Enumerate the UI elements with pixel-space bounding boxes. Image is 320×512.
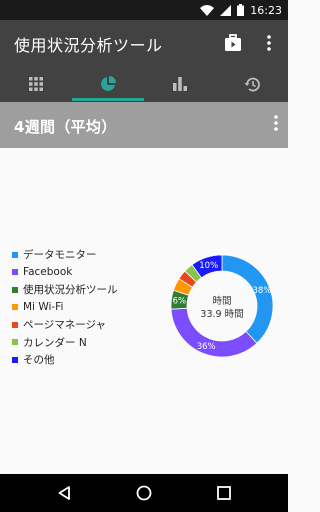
legend-label: Facebook <box>23 266 73 279</box>
legend-item: Mi Wi-Fi <box>12 299 118 317</box>
slice-label: 38% <box>253 286 272 296</box>
battery-icon <box>237 4 245 16</box>
legend-label: 使用状況分析ツール <box>23 284 118 297</box>
legend-swatch <box>12 356 18 363</box>
legend-swatch <box>12 339 18 346</box>
legend-label: Mi Wi-Fi <box>23 301 64 314</box>
wifi-icon <box>200 4 215 16</box>
section-menu-button[interactable] <box>274 115 278 135</box>
legend-item: その他 <box>12 351 118 369</box>
chart-legend: データモニター Facebook 使用状況分析ツール Mi Wi-Fi ページマネージャ… <box>12 246 118 369</box>
tab-bar-chart[interactable] <box>144 66 216 102</box>
tab-pie-chart[interactable] <box>72 66 144 102</box>
slice-label: 10% <box>199 261 218 271</box>
slice-label: 6% <box>173 297 187 307</box>
home-button[interactable] <box>134 483 154 503</box>
app-bar: 使用状況分析ツール <box>0 20 288 66</box>
signal-icon <box>220 4 232 16</box>
bar-chart-icon <box>173 77 187 91</box>
section-title: 4週間（平均） <box>14 118 117 136</box>
app-title: 使用状況分析ツール <box>14 36 163 55</box>
pie-chart-icon <box>101 76 116 91</box>
legend-swatch <box>12 251 18 258</box>
legend-label: カレンダー N <box>23 336 87 349</box>
legend-label: その他 <box>23 354 55 367</box>
legend-label: データモニター <box>23 249 97 262</box>
navigation-bar <box>0 474 288 512</box>
recents-icon <box>217 486 231 500</box>
tab-selected-indicator <box>72 98 144 101</box>
grid-icon <box>29 77 43 91</box>
work-button[interactable] <box>222 32 244 54</box>
legend-item: ページマネージャ <box>12 316 118 334</box>
back-button[interactable] <box>54 483 74 503</box>
back-icon <box>58 486 70 500</box>
status-bar: 16:23 <box>0 0 288 20</box>
legend-swatch <box>12 321 18 328</box>
legend-item: カレンダー N <box>12 334 118 352</box>
clock: 16:23 <box>250 3 282 17</box>
overflow-menu-button[interactable] <box>258 32 280 54</box>
section-header: 4週間（平均） <box>0 102 288 148</box>
tab-bar <box>0 66 288 102</box>
history-icon <box>244 77 260 91</box>
legend-item: 使用状況分析ツール <box>12 281 118 299</box>
center-label-total: 33.9 時間 <box>200 309 243 320</box>
tab-apps[interactable] <box>0 66 72 102</box>
more-vert-icon <box>267 35 271 51</box>
legend-swatch <box>12 304 18 311</box>
donut-chart[interactable]: 38% 36% 6% 10% 時間 33.9 時間 <box>170 254 274 358</box>
more-vert-icon <box>274 115 278 131</box>
work-briefcase-icon <box>225 34 241 51</box>
legend-swatch <box>12 286 18 293</box>
chart-area: データモニター Facebook 使用状況分析ツール Mi Wi-Fi ページマネージャ… <box>0 148 288 474</box>
legend-swatch <box>12 269 18 276</box>
legend-item: データモニター <box>12 246 118 264</box>
legend-label: ページマネージャ <box>23 319 107 332</box>
tab-history[interactable] <box>216 66 288 102</box>
legend-item: Facebook <box>12 264 118 282</box>
home-icon <box>136 485 152 501</box>
center-label-title: 時間 <box>212 296 231 307</box>
slice-label: 36% <box>197 342 216 352</box>
recents-button[interactable] <box>214 483 234 503</box>
